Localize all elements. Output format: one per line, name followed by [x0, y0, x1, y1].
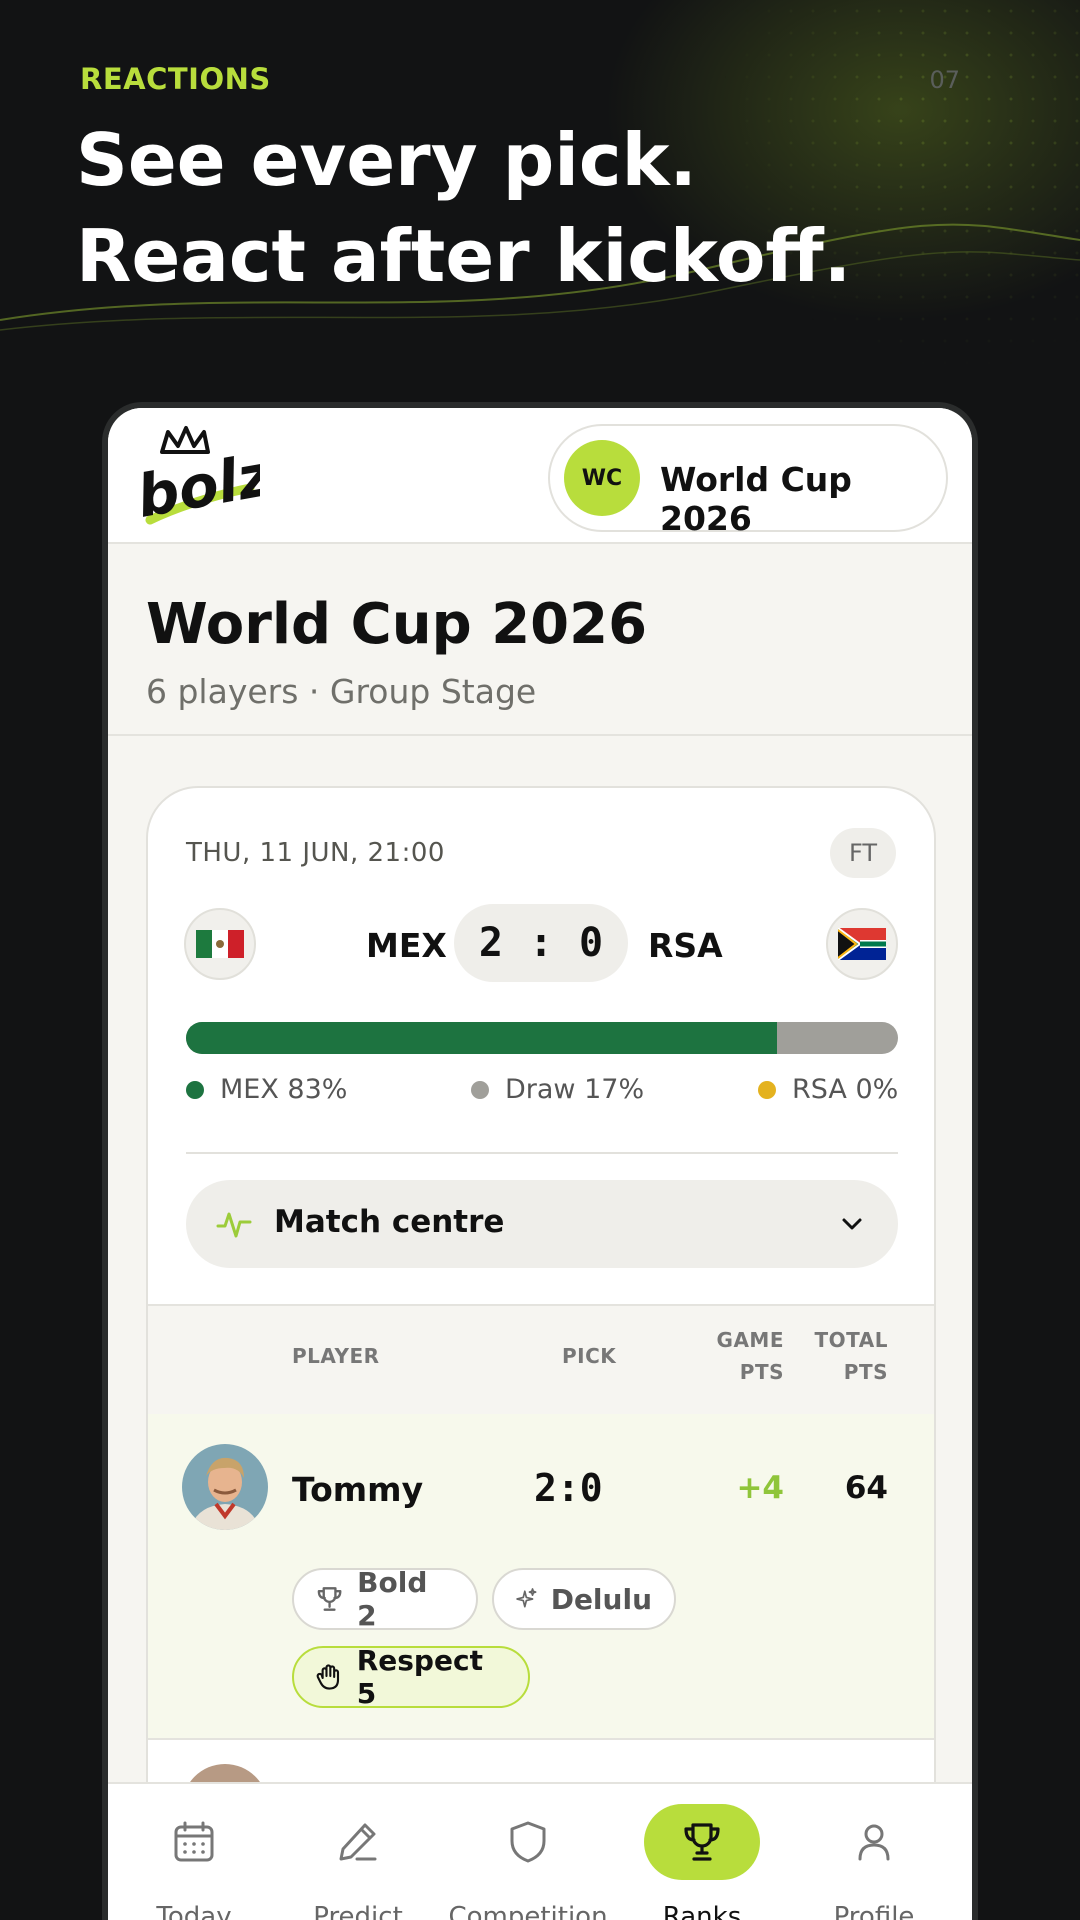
tab-profile-icon-wrap	[816, 1804, 932, 1880]
tab-competition[interactable]: Competition	[442, 1784, 614, 1920]
legend-draw-label: Draw 17%	[505, 1074, 645, 1105]
mexico-flag-icon	[196, 930, 244, 958]
shield-icon	[510, 1821, 546, 1863]
tab-ranks-label: Ranks	[662, 1902, 742, 1920]
phone-frame: bolz WC World Cup 2026 World Cup 2026 6 …	[102, 402, 978, 1920]
player-name: Tommy	[292, 1470, 424, 1509]
tab-competition-label: Competition	[448, 1902, 608, 1920]
tab-today[interactable]: Today	[108, 1784, 280, 1920]
column-game-pts-line-1: GAME	[716, 1328, 784, 1352]
bottom-tab-bar: Today Predict Competition Ranks Profile	[108, 1782, 972, 1920]
headline: See every pick. React after kickoff.	[76, 112, 1036, 304]
reaction-respect-button[interactable]: Respect 5	[292, 1644, 530, 1710]
tab-today-icon-wrap	[136, 1804, 252, 1880]
league-title: World Cup 2026	[146, 592, 648, 657]
match-centre-toggle[interactable]: Match centre	[186, 1180, 898, 1268]
column-total-pts-line-2: PTS	[843, 1360, 888, 1384]
picks-table-header: PLAYER PICK GAME PTS TOTAL PTS	[148, 1304, 934, 1414]
trophy-icon	[684, 1823, 720, 1861]
column-game-pts: GAME PTS	[704, 1324, 784, 1388]
prediction-home-fill	[186, 1022, 777, 1054]
home-score: 2	[478, 920, 503, 966]
game-points: +4	[736, 1470, 784, 1506]
reaction-delulu-button[interactable]: Delulu	[492, 1568, 676, 1630]
app-bar: bolz WC World Cup 2026	[108, 408, 972, 544]
sparkles-icon	[516, 1588, 537, 1608]
away-score: 0	[579, 920, 604, 966]
total-points: 64	[844, 1470, 888, 1506]
south-africa-flag-icon	[838, 928, 886, 960]
match-status-badge: FT	[830, 828, 896, 878]
tab-ranks-icon-wrap	[644, 1804, 760, 1880]
user-icon	[858, 1824, 890, 1861]
tab-profile-label: Profile	[833, 1902, 915, 1920]
home-team: MEX	[366, 926, 447, 965]
league-header: World Cup 2026 6 players · Group Stage	[108, 546, 972, 736]
avatar[interactable]	[182, 1444, 268, 1530]
reaction-bold-button[interactable]: Bold 2	[292, 1566, 478, 1632]
competition-badge: WC	[564, 440, 640, 516]
tab-profile[interactable]: Profile	[788, 1784, 960, 1920]
column-player: PLAYER	[292, 1344, 380, 1368]
reaction-bold-label: Bold 2	[357, 1566, 428, 1632]
calendar-icon	[174, 1821, 214, 1862]
bolz-logo[interactable]: bolz	[132, 424, 260, 536]
tab-predict-icon-wrap	[300, 1804, 416, 1880]
tab-today-label: Today	[156, 1902, 232, 1920]
mexico-flag	[184, 908, 256, 980]
legend-home-dot	[186, 1080, 204, 1099]
legend-draw: Draw 17%	[471, 1074, 644, 1105]
legend-home-label: MEX 83%	[220, 1074, 348, 1105]
logo-text: bolz	[132, 440, 260, 530]
player-pick: 2:0	[534, 1466, 603, 1510]
away-team: RSA	[648, 926, 723, 965]
score-separator: :	[528, 920, 554, 966]
reaction-respect-label: Respect 5	[356, 1644, 483, 1710]
pencil-icon	[339, 1823, 377, 1861]
tab-competition-icon-wrap	[470, 1804, 586, 1880]
headline-line-2: React after kickoff.	[76, 214, 852, 298]
tab-predict[interactable]: Predict	[272, 1784, 444, 1920]
column-game-pts-line-2: PTS	[739, 1360, 784, 1384]
competition-name: World Cup 2026	[660, 460, 852, 538]
column-total-pts: TOTAL PTS	[808, 1324, 888, 1388]
chevron-down-icon	[842, 1218, 862, 1230]
reaction-delulu-label: Delulu	[550, 1582, 652, 1616]
activity-icon	[216, 1212, 252, 1238]
legend-away: RSA 0%	[758, 1074, 898, 1105]
legend-home: MEX 83%	[186, 1074, 347, 1105]
match-centre-label: Match centre	[274, 1204, 505, 1240]
legend-away-dot	[758, 1080, 776, 1099]
headline-line-1: See every pick.	[76, 118, 697, 202]
south-africa-flag	[826, 908, 898, 980]
prediction-split-bar	[186, 1022, 898, 1054]
league-subtitle: 6 players · Group Stage	[146, 672, 537, 711]
match-card: THU, 11 JUN, 21:00 FT MEX 2 : 0 RSA MEX …	[146, 786, 936, 1920]
legend-draw-dot	[471, 1080, 489, 1099]
trophy-icon	[317, 1587, 342, 1611]
tab-ranks[interactable]: Ranks	[616, 1784, 788, 1920]
column-total-pts-line-1: TOTAL	[814, 1328, 888, 1352]
column-pick: PICK	[562, 1344, 617, 1368]
section-eyebrow: REACTIONS	[80, 62, 271, 96]
scoreline: 2 : 0	[454, 904, 628, 982]
kickoff-time: THU, 11 JUN, 21:00	[186, 838, 445, 868]
hand-icon	[316, 1664, 340, 1690]
divider	[186, 1152, 898, 1154]
tab-predict-label: Predict	[313, 1902, 403, 1920]
page-number: 07	[929, 66, 960, 94]
competition-switcher[interactable]: WC World Cup 2026	[548, 424, 948, 538]
legend-away-label: RSA 0%	[792, 1074, 899, 1105]
table-row[interactable]: Tommy 2:0 +4 64 Bold 2 Delulu Respect 5	[148, 1414, 934, 1740]
